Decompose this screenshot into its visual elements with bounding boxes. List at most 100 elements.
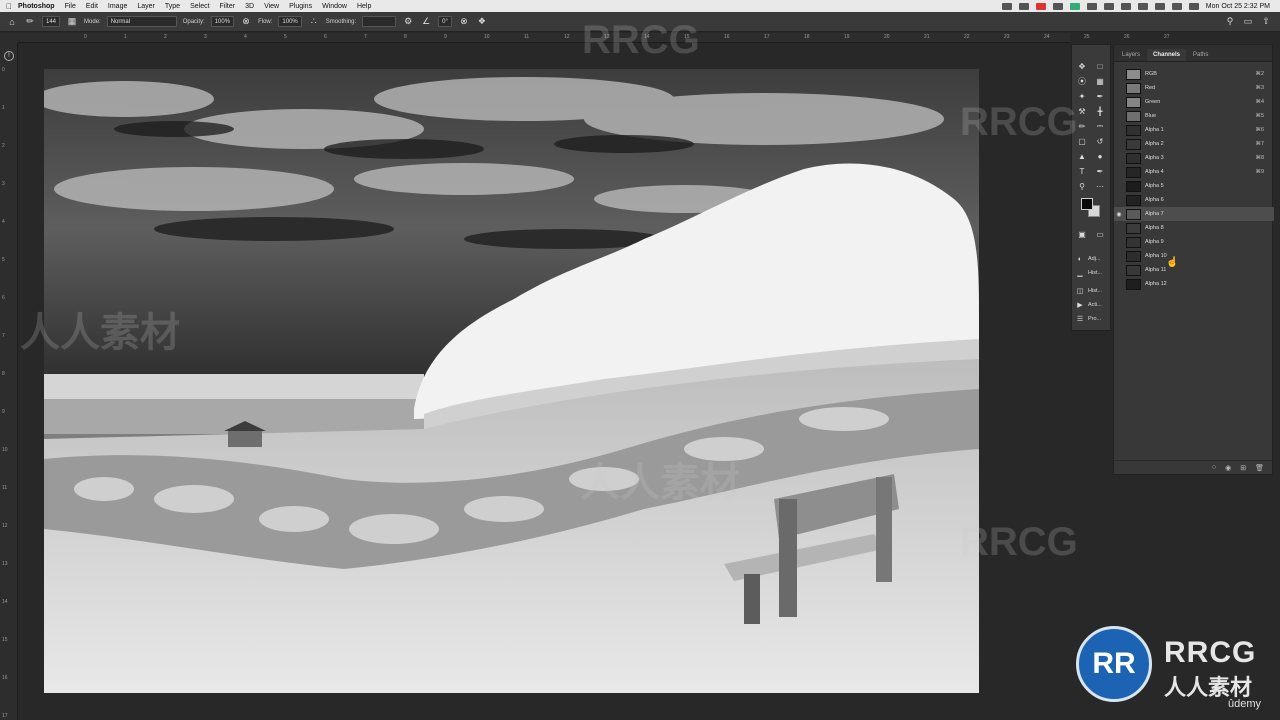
move-tool-icon[interactable]: ✥ <box>1076 60 1088 72</box>
save-selection-icon[interactable]: ◉ <box>1225 464 1231 472</box>
search-icon[interactable] <box>1171 2 1182 10</box>
smoothing-input[interactable] <box>362 16 397 27</box>
menu-view[interactable]: View <box>264 3 279 10</box>
more-tools-icon[interactable]: ⋯ <box>1094 180 1106 192</box>
vertical-ruler[interactable]: 0 1 2 3 4 5 6 7 8 9 10 11 12 13 14 15 16 17 <box>0 43 18 720</box>
share-icon[interactable]: ⇧ <box>1260 16 1272 28</box>
airbrush-icon[interactable]: ∴ <box>308 16 320 28</box>
info-icon[interactable]: ! <box>4 51 14 61</box>
horizontal-ruler[interactable]: 0 1 2 3 4 5 6 7 8 9 10 11 12 13 14 15 16 17 18 19 20 21 22 23 24… <box>18 33 1170 43</box>
crop-tool-icon[interactable]: ╋ <box>1094 105 1106 117</box>
menu-edit[interactable]: Edit <box>86 3 98 10</box>
menu-plugins[interactable]: Plugins <box>289 3 312 10</box>
mode-select[interactable]: Normal <box>106 16 177 27</box>
properties-panel-button[interactable]: ☰ Pro... <box>1071 312 1111 326</box>
eraser-tool-icon[interactable]: ▢ <box>1076 135 1088 147</box>
status-item-icon[interactable] <box>1018 2 1029 10</box>
visibility-eye-icon[interactable]: ◉ <box>1114 211 1124 218</box>
brush-settings-icon[interactable]: ▦ <box>66 16 78 28</box>
histogram-panel-button[interactable]: ▁ Hist... <box>1071 266 1111 280</box>
load-selection-icon[interactable]: ○ <box>1212 464 1216 471</box>
battery-icon[interactable] <box>1137 2 1148 10</box>
menu-help[interactable]: Help <box>357 3 371 10</box>
menu-3d[interactable]: 3D <box>245 3 254 10</box>
document-canvas-area[interactable] <box>18 43 1070 720</box>
tab-paths[interactable]: Paths <box>1187 49 1214 61</box>
lasso-tool-icon[interactable]: ⦿ <box>1076 75 1088 87</box>
object-selection-tool-icon[interactable]: ▦ <box>1094 75 1106 87</box>
marquee-tool-icon[interactable]: □ <box>1094 60 1106 72</box>
angle-icon[interactable]: ∠ <box>420 16 432 28</box>
status-item-icon[interactable] <box>1052 2 1063 10</box>
channel-row[interactable]: Alpha 5 <box>1114 179 1274 193</box>
quick-mask-icon[interactable]: ▣ <box>1076 228 1088 240</box>
actions-panel-button[interactable]: ▶ Acti... <box>1071 298 1111 312</box>
channel-row[interactable]: Alpha 3 ⌘8 <box>1114 151 1274 165</box>
pressure-opacity-icon[interactable]: ⊗ <box>240 16 252 28</box>
app-menu[interactable]: Photoshop <box>18 3 55 10</box>
control-center-icon[interactable] <box>1188 2 1199 10</box>
menu-filter[interactable]: Filter <box>220 3 236 10</box>
channel-row[interactable]: ◉ Alpha 7 <box>1114 207 1274 221</box>
symmetry-icon[interactable]: ❖ <box>476 16 488 28</box>
status-item-icon[interactable] <box>1086 2 1097 10</box>
channel-row[interactable]: Alpha 9 <box>1114 235 1274 249</box>
brush-tool-icon[interactable]: ✏ <box>24 16 36 28</box>
channel-row[interactable]: Alpha 1 ⌘6 <box>1114 123 1274 137</box>
screen-mode-icon[interactable]: ▭ <box>1094 228 1106 240</box>
flow-input[interactable]: 100% <box>278 16 302 27</box>
apple-icon[interactable]:  <box>0 2 18 11</box>
tab-layers[interactable]: Layers <box>1116 49 1146 61</box>
menu-file[interactable]: File <box>65 3 76 10</box>
pressure-size-icon[interactable]: ⊗ <box>458 16 470 28</box>
brush-size-picker[interactable]: 144 <box>42 16 61 27</box>
channel-row[interactable]: Alpha 8 <box>1114 221 1274 235</box>
volume-icon[interactable] <box>1120 2 1131 10</box>
tab-channels[interactable]: Channels <box>1147 49 1187 61</box>
gradient-tool-icon[interactable]: ▲ <box>1076 150 1088 162</box>
channel-row[interactable]: Red ⌘3 <box>1114 81 1274 95</box>
channel-row[interactable]: Alpha 12 <box>1114 277 1274 291</box>
history-panel-button[interactable]: ◫ Hist... <box>1071 284 1111 298</box>
menu-layer[interactable]: Layer <box>137 3 155 10</box>
foreground-color-swatch[interactable] <box>1081 198 1093 210</box>
opacity-input[interactable]: 100% <box>210 16 235 27</box>
bluetooth-icon[interactable] <box>1103 2 1114 10</box>
healing-brush-tool-icon[interactable]: ⚒ <box>1076 105 1088 117</box>
menu-type[interactable]: Type <box>165 3 180 10</box>
gear-icon[interactable]: ⚙ <box>402 16 414 28</box>
blur-tool-icon[interactable]: ● <box>1094 150 1106 162</box>
brush-tool-icon[interactable]: ✏ <box>1076 120 1088 132</box>
pen-tool-icon[interactable]: ✒ <box>1094 165 1106 177</box>
channel-row[interactable]: Alpha 11 <box>1114 263 1274 277</box>
adjustments-panel-button[interactable]: ◐ Adj... <box>1071 252 1111 266</box>
type-tool-icon[interactable]: T <box>1076 165 1088 177</box>
history-brush-tool-icon[interactable]: ↺ <box>1094 135 1106 147</box>
angle-input[interactable]: 0° <box>438 16 452 27</box>
document-image[interactable] <box>44 69 979 693</box>
menu-window[interactable]: Window <box>322 3 347 10</box>
zoom-tool-icon[interactable]: ⚲ <box>1076 180 1088 192</box>
home-icon[interactable]: ⌂ <box>6 16 18 28</box>
channel-row[interactable]: Alpha 4 ⌘9 <box>1114 165 1274 179</box>
eyedropper-tool-icon[interactable]: ✒ <box>1094 90 1106 102</box>
menubar-clock[interactable]: Mon Oct 25 2:32 PM <box>1206 3 1270 10</box>
channel-row[interactable]: Alpha 6 <box>1114 193 1274 207</box>
workspace-icon[interactable]: ▭ <box>1242 16 1254 28</box>
search-icon[interactable]: ⚲ <box>1224 16 1236 28</box>
channel-row[interactable]: RGB ⌘2 <box>1114 67 1274 81</box>
channel-row[interactable]: Green ⌘4 <box>1114 95 1274 109</box>
menu-image[interactable]: Image <box>108 3 127 10</box>
menu-select[interactable]: Select <box>190 3 209 10</box>
channel-row[interactable]: Alpha 2 ⌘7 <box>1114 137 1274 151</box>
wifi-icon[interactable] <box>1154 2 1165 10</box>
channel-row[interactable]: Blue ⌘5 <box>1114 109 1274 123</box>
status-item-icon[interactable] <box>1001 2 1012 10</box>
new-channel-icon[interactable]: ⊞ <box>1240 464 1246 472</box>
channel-row[interactable]: Alpha 10 <box>1114 249 1274 263</box>
clone-stamp-tool-icon[interactable]: ⎓ <box>1094 120 1106 132</box>
status-item-icon[interactable] <box>1069 2 1080 10</box>
quick-selection-tool-icon[interactable]: ✦ <box>1076 90 1088 102</box>
trash-icon[interactable]: 🗑 <box>1255 464 1264 472</box>
recording-icon[interactable] <box>1035 2 1046 10</box>
